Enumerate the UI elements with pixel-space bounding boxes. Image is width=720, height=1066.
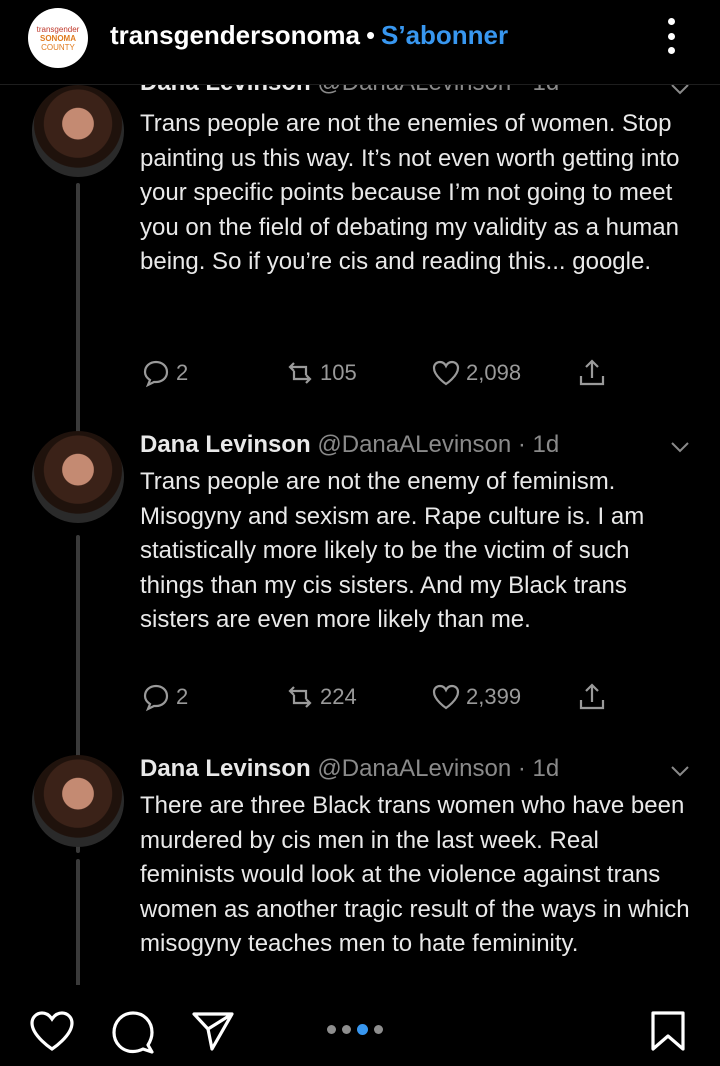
reply-action[interactable]: 2: [140, 681, 188, 713]
author-handle: @DanaALevinson: [317, 431, 512, 458]
send-icon[interactable]: [190, 1009, 236, 1053]
logo-text-line-2: SONOMA: [40, 33, 76, 43]
share-action[interactable]: [576, 357, 612, 389]
like-action[interactable]: 2,098: [430, 357, 521, 389]
comment-icon[interactable]: [110, 1009, 156, 1055]
like-action[interactable]: 2,399: [430, 681, 521, 713]
subscribe-button[interactable]: S’abonner: [381, 20, 508, 51]
chevron-down-icon[interactable]: [668, 435, 692, 459]
account-name[interactable]: transgendersonoma: [110, 20, 360, 51]
tweet-text: There are three Black trans women who ha…: [140, 792, 690, 957]
thread-line: [76, 859, 80, 985]
reply-count: 2: [176, 684, 189, 709]
retweet-count: 224: [320, 684, 357, 709]
reply-action[interactable]: 2: [140, 357, 188, 389]
reply-icon: [143, 360, 169, 388]
retweet-icon: [288, 362, 312, 384]
like-count: 2,098: [466, 360, 522, 385]
avatar: [32, 755, 124, 847]
chevron-down-icon[interactable]: [668, 759, 692, 783]
retweet-action[interactable]: 105: [284, 357, 357, 389]
author-handle: @DanaALevinson: [317, 85, 511, 96]
tweet-time: · 1d: [517, 431, 560, 458]
share-icon: [579, 359, 605, 386]
carousel-dot: [327, 1025, 336, 1034]
chevron-down-icon[interactable]: [668, 85, 692, 101]
carousel-dot: [342, 1025, 351, 1034]
tweet-meta: Dana Levinson @DanaALevinson · 1d: [140, 85, 559, 97]
logo-text-line-3: COUNTY: [41, 42, 75, 52]
more-options-icon[interactable]: [664, 18, 678, 54]
avatar: [32, 85, 124, 177]
heart-icon: [432, 684, 460, 710]
tweet-actions: 2 105 2,098: [140, 357, 700, 397]
account-avatar-logo[interactable]: transgender SONOMA COUNTY: [28, 8, 88, 68]
author-name: Dana Levinson: [140, 85, 311, 96]
carousel-indicator: [327, 1024, 383, 1035]
tweet-thread-image: Dana Levinson @DanaALevinson · 1d Trans …: [0, 85, 720, 985]
separator-dot: •: [366, 20, 376, 50]
reply-count: 2: [176, 360, 189, 385]
heart-icon[interactable]: [28, 1009, 76, 1053]
like-count: 2,399: [466, 684, 522, 709]
logo-text-line-1: transgender: [36, 24, 80, 34]
retweet-icon: [288, 686, 312, 708]
share-icon: [579, 683, 605, 710]
tweet-meta: Dana Levinson @DanaALevinson · 1d: [140, 431, 559, 459]
tweet-text: Trans people are not the enemies of wome…: [140, 110, 680, 275]
tweet-time: · 1d: [517, 755, 560, 782]
share-action[interactable]: [576, 681, 612, 713]
carousel-dot-active: [357, 1024, 368, 1035]
save-bookmark-icon[interactable]: [648, 1009, 688, 1053]
post-header: transgender SONOMA COUNTY transgenderson…: [0, 0, 720, 85]
carousel-dot: [374, 1025, 383, 1034]
tweet-text: Trans people are not the enemy of femini…: [140, 468, 645, 633]
author-handle: @DanaALevinson: [317, 755, 512, 782]
author-name: Dana Levinson: [140, 431, 311, 458]
heart-icon: [432, 360, 460, 386]
retweet-action[interactable]: 224: [284, 681, 357, 713]
avatar: [32, 431, 124, 523]
tweet-meta: Dana Levinson @DanaALevinson · 1d: [140, 755, 559, 783]
retweet-count: 105: [320, 360, 357, 385]
reply-icon: [143, 684, 169, 712]
author-name: Dana Levinson: [140, 755, 311, 782]
tweet-actions: 2 224 2,399: [140, 681, 700, 721]
tweet-time: · 1d: [518, 85, 559, 96]
